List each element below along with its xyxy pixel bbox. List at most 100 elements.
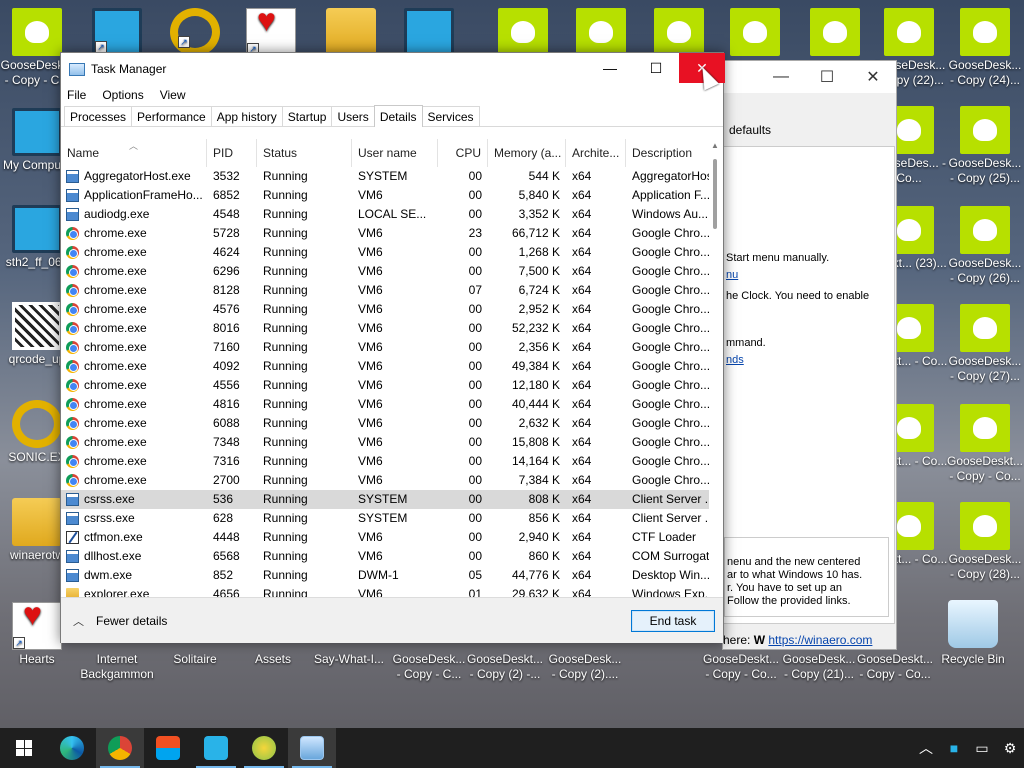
desktop-icon[interactable] bbox=[312, 8, 390, 58]
table-row[interactable]: csrss.exe 628 Running SYSTEM 00 856 K x64 Clien… bbox=[61, 509, 723, 528]
col-memory[interactable]: Memory (a... bbox=[488, 139, 566, 167]
col-pid[interactable]: PID bbox=[207, 139, 257, 167]
table-row[interactable]: chrome.exe 7160 Running VM6 00 2,356 K x64 Goog… bbox=[61, 338, 723, 357]
table-row[interactable]: chrome.exe 4624 Running VM6 00 1,268 K x64 Goog… bbox=[61, 243, 723, 262]
minimize-icon[interactable]: — bbox=[758, 68, 804, 86]
tab-startup[interactable]: Startup bbox=[281, 106, 333, 126]
titlebar[interactable]: Task Manager — ☐ ✕ bbox=[61, 53, 725, 85]
background-window[interactable]: — ☐ ✕ defaults Start menu manually. nu h… bbox=[722, 60, 897, 650]
edge-button[interactable] bbox=[48, 728, 96, 768]
table-row[interactable]: chrome.exe 6296 Running VM6 00 7,500 K x64 Goog… bbox=[61, 262, 723, 281]
table-row[interactable]: chrome.exe 4092 Running VM6 00 49,384 K x64 Goo… bbox=[61, 357, 723, 376]
fewer-details-button[interactable]: ︿ Fewer details bbox=[73, 613, 167, 629]
table-row[interactable]: AggregatorHost.exe 3532 Running SYSTEM 00 544… bbox=[61, 167, 723, 186]
table-row[interactable]: chrome.exe 6088 Running VM6 00 2,632 K x64 Goog… bbox=[61, 414, 723, 433]
desktop-icon[interactable]: ↗ bbox=[232, 8, 310, 58]
desktop-icon[interactable]: Assets bbox=[234, 652, 312, 667]
table-row[interactable]: audiodg.exe 4548 Running LOCAL SE... 00 3,352… bbox=[61, 205, 723, 224]
table-row[interactable]: chrome.exe 7316 Running VM6 00 14,164 K x64 Goo… bbox=[61, 452, 723, 471]
tab-users[interactable]: Users bbox=[331, 106, 375, 126]
col-cpu[interactable]: CPU bbox=[438, 139, 488, 167]
desktop-icon[interactable]: ↗ bbox=[156, 8, 234, 58]
table-row[interactable]: chrome.exe 5728 Running VM6 23 66,712 K x64 Goo… bbox=[61, 224, 723, 243]
table-row[interactable]: chrome.exe 2700 Running VM6 00 7,384 K x64 Goog… bbox=[61, 471, 723, 490]
col-architecture[interactable]: Archite... bbox=[566, 139, 626, 167]
details-table[interactable]: ︿ Name PID Status User name CPU Memory (… bbox=[61, 139, 723, 597]
menu-file[interactable]: File bbox=[67, 88, 86, 102]
chevron-up-icon[interactable]: ︿ bbox=[912, 738, 940, 758]
table-row[interactable]: dllhost.exe 6568 Running VM6 00 860 K x64 COM S… bbox=[61, 547, 723, 566]
tab-app-history[interactable]: App history bbox=[210, 106, 283, 126]
chrome-button[interactable] bbox=[96, 728, 144, 768]
desktop-icon[interactable] bbox=[484, 8, 562, 58]
end-task-button[interactable]: End task bbox=[631, 610, 715, 632]
maximize-button[interactable]: ☐ bbox=[633, 53, 679, 83]
task-manager-window[interactable]: Task Manager — ☐ ✕ File Options View Pro… bbox=[60, 52, 725, 643]
desktop-icon[interactable]: GooseDeskt... - Copy - Co... bbox=[856, 652, 934, 682]
vertical-scrollbar[interactable]: ▲ bbox=[709, 139, 723, 597]
task-manager-taskbar-button[interactable] bbox=[288, 728, 336, 768]
gear-icon[interactable]: ⚙ bbox=[996, 740, 1024, 757]
col-description[interactable]: Description bbox=[626, 139, 718, 167]
table-row[interactable]: chrome.exe 4556 Running VM6 00 12,180 K x64 Goo… bbox=[61, 376, 723, 395]
tab-details[interactable]: Details bbox=[373, 105, 423, 127]
desktop-icon[interactable] bbox=[640, 8, 718, 58]
close-icon[interactable]: ✕ bbox=[850, 67, 896, 87]
notifications-icon[interactable]: ▭ bbox=[968, 740, 996, 757]
table-row[interactable]: chrome.exe 4576 Running VM6 00 2,952 K x64 Goog… bbox=[61, 300, 723, 319]
bg-link1[interactable]: nu bbox=[726, 269, 738, 282]
desktop-icon[interactable] bbox=[934, 600, 1012, 650]
desktop-icon[interactable]: GooseDesk... - Copy (28)... bbox=[946, 502, 1024, 582]
table-row[interactable]: ctfmon.exe 4448 Running VM6 00 2,940 K x64 CTF … bbox=[61, 528, 723, 547]
tab-services[interactable]: Services bbox=[421, 106, 480, 126]
desktop-icon[interactable]: GooseDeskt... - Copy - Co... bbox=[702, 652, 780, 682]
table-row[interactable]: chrome.exe 4816 Running VM6 00 40,444 K x64 Goo… bbox=[61, 395, 723, 414]
winaero-tweaker-button[interactable] bbox=[192, 728, 240, 768]
scroll-thumb[interactable] bbox=[713, 159, 717, 229]
cell-memory: 44,776 K bbox=[511, 568, 560, 582]
desktop-icon[interactable] bbox=[562, 8, 640, 58]
desktop-icon[interactable]: Solitaire bbox=[156, 652, 234, 667]
desktop-icon[interactable]: GooseDesk... - Copy (25)... bbox=[946, 106, 1024, 186]
minimize-button[interactable]: — bbox=[587, 53, 633, 83]
table-row[interactable]: explorer.exe 4656 Running VM6 01 29,632 K x64 W… bbox=[61, 585, 723, 597]
menu-view[interactable]: View bbox=[160, 88, 186, 102]
table-row[interactable]: chrome.exe 8016 Running VM6 00 52,232 K x64 Goo… bbox=[61, 319, 723, 338]
desktop-icon[interactable]: ↗ bbox=[78, 8, 156, 58]
tab-performance[interactable]: Performance bbox=[131, 106, 212, 126]
desktop-icon[interactable]: GooseDeskt... - Copy - Co... bbox=[946, 404, 1024, 484]
col-user[interactable]: User name bbox=[352, 139, 438, 167]
desktop-icon[interactable]: Recycle Bin bbox=[934, 652, 1012, 667]
table-row[interactable]: chrome.exe 8128 Running VM6 07 6,724 K x64 Goog… bbox=[61, 281, 723, 300]
desktop-icon[interactable]: GooseDesk... - Copy - C... bbox=[390, 652, 468, 682]
desktop-icon[interactable]: Say-What-I... bbox=[310, 652, 388, 667]
store-button[interactable] bbox=[144, 728, 192, 768]
scroll-up-icon[interactable]: ▲ bbox=[711, 141, 719, 150]
system-tray: ︿ ■ ▭ ⚙ bbox=[912, 728, 1024, 768]
winaero-link[interactable]: https://winaero.com bbox=[768, 633, 872, 647]
desktop-icon[interactable]: GooseDesk... - Copy (24)... bbox=[946, 8, 1024, 88]
table-row[interactable]: csrss.exe 536 Running SYSTEM 00 808 K x64 Clien… bbox=[61, 490, 723, 509]
desktop-icon[interactable]: GooseDesk... - Copy (26)... bbox=[946, 206, 1024, 286]
table-row[interactable]: ApplicationFrameHo... 6852 Running VM6 00 5,8… bbox=[61, 186, 723, 205]
table-row[interactable]: chrome.exe 7348 Running VM6 00 15,808 K x64 Goo… bbox=[61, 433, 723, 452]
bg-link2[interactable]: nds bbox=[726, 354, 744, 367]
goose-desktop-button[interactable] bbox=[240, 728, 288, 768]
desktop-icon[interactable] bbox=[390, 8, 468, 58]
desktop-icon[interactable]: GooseDeskt... - Copy (2) -... bbox=[466, 652, 544, 682]
process-name: explorer.exe bbox=[84, 587, 150, 597]
tray-app-icon[interactable]: ■ bbox=[940, 740, 968, 756]
cell-description: Google Chro... bbox=[632, 321, 711, 335]
desktop-icon[interactable]: GooseDesk... - Copy (2).... bbox=[546, 652, 624, 682]
tab-processes[interactable]: Processes bbox=[64, 106, 133, 126]
desktop-icon[interactable] bbox=[796, 8, 874, 58]
table-row[interactable]: dwm.exe 852 Running DWM-1 05 44,776 K x64 Deskt… bbox=[61, 566, 723, 585]
desktop-icon[interactable]: GooseDesk... - Copy (27)... bbox=[946, 304, 1024, 384]
desktop-icon[interactable] bbox=[716, 8, 794, 58]
maximize-icon[interactable]: ☐ bbox=[804, 67, 850, 87]
desktop-icon[interactable]: GooseDesk... - Copy (21)... bbox=[780, 652, 858, 682]
col-status[interactable]: Status bbox=[257, 139, 352, 167]
desktop-icon[interactable]: Internet Backgammon bbox=[78, 652, 156, 682]
menu-options[interactable]: Options bbox=[102, 88, 143, 102]
start-button[interactable] bbox=[0, 728, 48, 768]
